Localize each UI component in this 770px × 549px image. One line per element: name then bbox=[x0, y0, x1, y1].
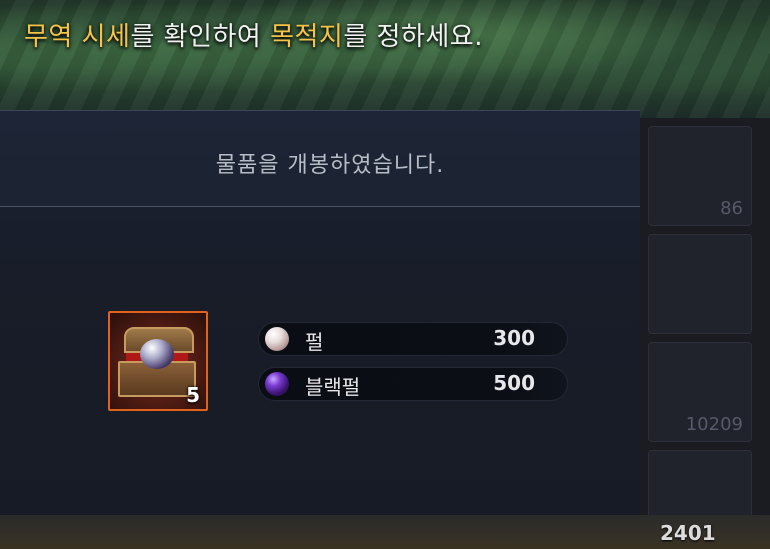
reward-value: 300 bbox=[493, 326, 535, 350]
reward-value: 500 bbox=[493, 371, 535, 395]
inventory-slot[interactable]: 10209 bbox=[648, 342, 752, 442]
guide-message: 무역 시세를 확인하여 목적지를 정하세요. bbox=[24, 16, 483, 53]
popup-header: 물품을 개봉하였습니다. bbox=[0, 111, 640, 207]
guide-text-segment: 를 확인하여 bbox=[130, 22, 271, 52]
reward-row-black-pearl: 블랙펄 500 bbox=[258, 367, 568, 401]
reward-name: 펄 bbox=[305, 330, 324, 354]
bottom-hud-strip bbox=[0, 515, 770, 549]
popup-title-clipped bbox=[218, 101, 448, 125]
inventory-strip: 86 10209 bbox=[640, 118, 770, 549]
guide-highlight-destination: 목적지 bbox=[270, 22, 344, 52]
item-quantity: 5 bbox=[186, 383, 200, 407]
inventory-slot-count: 10209 bbox=[685, 414, 743, 435]
item-open-popup[interactable]: 물품을 개봉하였습니다. 5 펄 300 블랙펄 500 bbox=[0, 110, 640, 515]
popup-subtitle: 물품을 개봉하였습니다. bbox=[215, 153, 445, 178]
guide-text-segment: 를 정하세요. bbox=[343, 22, 483, 52]
opened-item-slot[interactable]: 5 bbox=[108, 311, 208, 411]
bottom-item-count: 2401 bbox=[660, 521, 716, 545]
reward-name: 블랙펄 bbox=[305, 375, 361, 399]
guide-highlight-trade-price: 무역 시세 bbox=[24, 22, 131, 52]
pearl-icon bbox=[265, 327, 289, 351]
reward-row-pearl: 펄 300 bbox=[258, 322, 568, 356]
inventory-slot[interactable] bbox=[648, 234, 752, 334]
inventory-slot[interactable]: 86 bbox=[648, 126, 752, 226]
black-pearl-icon bbox=[265, 372, 289, 396]
inventory-slot-count: 86 bbox=[720, 198, 743, 219]
